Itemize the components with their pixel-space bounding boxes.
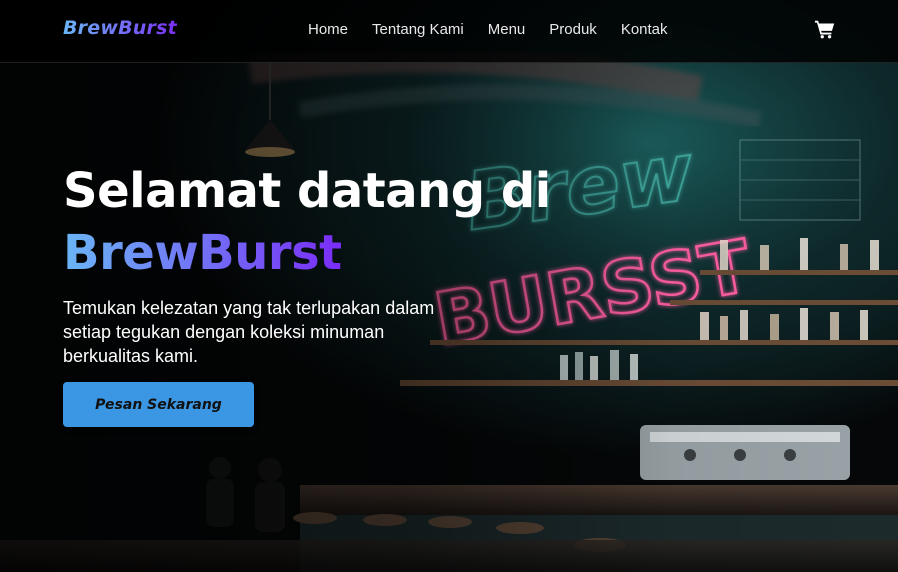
navbar: BrewBurst Home Tentang Kami Menu Produk …: [0, 0, 898, 63]
hero-title-brand: BrewBurst: [63, 222, 342, 284]
nav-link-menu[interactable]: Menu: [488, 21, 526, 38]
hero-title-line: Selamat datang di: [63, 163, 551, 219]
hero-section: Selamat datang di BrewBurst Temukan kele…: [63, 160, 623, 427]
nav-link-tentang-kami[interactable]: Tentang Kami: [372, 21, 464, 38]
nav-link-produk[interactable]: Produk: [549, 21, 597, 38]
shopping-cart-icon[interactable]: [814, 18, 836, 40]
brand-logo[interactable]: BrewBurst: [63, 17, 177, 39]
hero-title: Selamat datang di BrewBurst: [63, 160, 623, 284]
main-nav: Home Tentang Kami Menu Produk Kontak: [308, 21, 692, 38]
order-now-button[interactable]: Pesan Sekarang: [63, 382, 254, 427]
nav-link-kontak[interactable]: Kontak: [621, 21, 668, 38]
nav-link-home[interactable]: Home: [308, 21, 348, 38]
hero-subtitle: Temukan kelezatan yang tak terlupakan da…: [63, 298, 435, 366]
